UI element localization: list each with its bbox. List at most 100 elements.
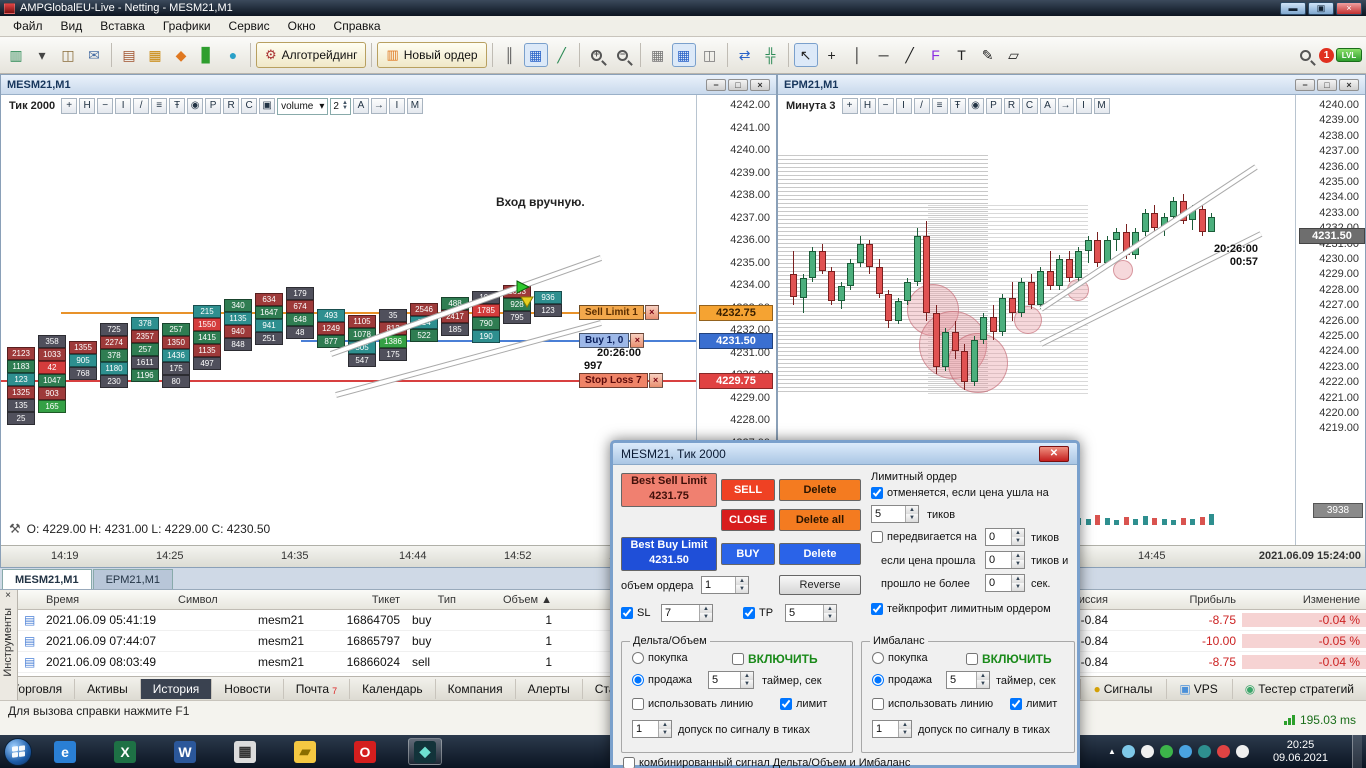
menu-Сервис[interactable]: Сервис xyxy=(220,17,279,35)
search-icon[interactable] xyxy=(1293,43,1317,67)
books-icon[interactable]: ▤ xyxy=(117,43,141,67)
panel-close-icon[interactable]: × xyxy=(0,590,16,604)
brush-icon[interactable]: ✎ xyxy=(976,43,1000,67)
tp-stepper[interactable]: 5 ▲ ▼ xyxy=(785,604,837,622)
chart-tool-◉[interactable]: ◉ xyxy=(967,98,984,114)
chart-mode-A[interactable]: A xyxy=(352,98,369,114)
no-more-stepper[interactable]: 0 ▲ ▼ xyxy=(985,574,1025,592)
move-ticks-stepper[interactable]: 0 ▲ ▼ xyxy=(985,528,1025,546)
chart-tool-Ŧ[interactable]: Ŧ xyxy=(169,98,186,114)
chart-mode-I[interactable]: I xyxy=(1075,98,1092,114)
tray-icon-1[interactable] xyxy=(1121,745,1135,758)
tray-icon-4[interactable] xyxy=(1178,745,1192,758)
tray-icon-5[interactable] xyxy=(1197,745,1211,758)
menu-Вид[interactable]: Вид xyxy=(52,17,92,35)
chart-tool-+[interactable]: + xyxy=(61,98,78,114)
workspace-icon[interactable]: ◫ xyxy=(56,43,80,67)
trendline-icon[interactable]: ╱ xyxy=(898,43,922,67)
right-chart-close-button[interactable]: × xyxy=(1339,78,1359,91)
right-price-scale[interactable]: 4231.50 3938 4240.00 4239.00 4238.00 4237.0… xyxy=(1295,95,1365,545)
stats-icon[interactable]: ▊ xyxy=(195,43,219,67)
minimize-button[interactable]: ▬ xyxy=(1280,1,1306,15)
doc-tab-EPM21,M1[interactable]: EPM21,M1 xyxy=(92,569,173,589)
imbalance-timer-stepper[interactable]: 5 ▲ ▼ xyxy=(946,671,990,689)
chart-tool-H[interactable]: H xyxy=(79,98,96,114)
chart-tool-Ŧ[interactable]: Ŧ xyxy=(949,98,966,114)
order-cancel-icon[interactable]: × xyxy=(644,305,659,321)
buy-button[interactable]: BUY xyxy=(721,543,775,565)
bottom-tab-Тестер стратегий[interactable]: ◉ Тестер стратегий xyxy=(1231,678,1366,699)
horizontal-line-icon[interactable]: ─ xyxy=(872,43,896,67)
chart-period-label[interactable]: Тик 2000 xyxy=(5,100,59,112)
delete-sell-button[interactable]: Delete xyxy=(779,479,861,501)
cancel-if-checkbox[interactable]: отменяется, если цена ушла на xyxy=(871,487,1049,499)
zoom-out-icon[interactable]: − xyxy=(611,43,635,67)
imbalance-enable-checkbox[interactable]: ВКЛЮЧИТЬ xyxy=(966,652,1052,666)
chart-mode-→[interactable]: → xyxy=(1057,98,1074,114)
chart-mode-→[interactable]: → xyxy=(370,98,387,114)
show-desktop-button[interactable] xyxy=(1352,735,1362,768)
chart-tool-P[interactable]: P xyxy=(985,98,1002,114)
start-button[interactable] xyxy=(4,737,32,766)
column-header-Символ[interactable]: Символ xyxy=(172,594,310,606)
bars-chart-icon[interactable]: ║ xyxy=(498,43,522,67)
link-icon[interactable]: ╬ xyxy=(759,43,783,67)
eraser-icon[interactable]: ▱ xyxy=(1002,43,1026,67)
right-chart-maximize-button[interactable]: □ xyxy=(1317,78,1337,91)
excel-icon[interactable]: X xyxy=(108,738,142,765)
chart-tool-R[interactable]: R xyxy=(1003,98,1020,114)
bottom-tab-Календарь[interactable]: Календарь xyxy=(350,678,436,699)
chart-tool-−[interactable]: − xyxy=(97,98,114,114)
maximize-button[interactable]: ▣ xyxy=(1308,1,1334,15)
bottom-tab-Новости[interactable]: Новости xyxy=(212,678,284,699)
new-chart-icon[interactable]: ▥ xyxy=(4,43,28,67)
cluster-chart-icon[interactable]: ▦ xyxy=(523,43,548,67)
panels-icon[interactable]: ◫ xyxy=(698,43,722,67)
menu-Справка[interactable]: Справка xyxy=(325,17,390,35)
side-panel-label[interactable]: Инструменты xyxy=(2,608,14,677)
imbalance-sell-radio[interactable]: продажа xyxy=(872,674,932,686)
chart-tool-−[interactable]: − xyxy=(877,98,894,114)
chart-tools-icon[interactable]: ⚒ xyxy=(9,521,21,537)
calculator-icon[interactable]: ▦ xyxy=(228,738,262,765)
grid-blue-icon[interactable]: ▦ xyxy=(671,43,696,67)
chart-tool-/[interactable]: / xyxy=(913,98,930,114)
menu-Графики[interactable]: Графики xyxy=(154,17,220,35)
close-position-button[interactable]: CLOSE xyxy=(721,509,775,531)
chart-tool-I[interactable]: I xyxy=(115,98,132,114)
volume-mode-select[interactable]: volume ▾ xyxy=(277,97,329,115)
text-tool-icon[interactable]: T xyxy=(950,43,974,67)
right-chart-minimize-button[interactable]: − xyxy=(1295,78,1315,91)
chart-type-dropdown-icon[interactable]: ▾ xyxy=(30,43,54,67)
ie-icon[interactable]: e xyxy=(48,738,82,765)
tray-expand-icon[interactable]: ▲ xyxy=(1108,747,1116,756)
chart-tool-+[interactable]: + xyxy=(841,98,858,114)
order-tag[interactable]: Buy 1, 0 × xyxy=(579,333,645,349)
chart-period-label[interactable]: Минута 3 xyxy=(782,100,840,112)
crosshair-icon[interactable]: + xyxy=(820,43,844,67)
tp-limit-order-checkbox[interactable]: тейкпрофит лимитным ордером xyxy=(871,603,1051,615)
imbalance-limit-checkbox[interactable]: лимит xyxy=(1010,698,1057,710)
cancel-ticks-stepper[interactable]: 5 ▲ ▼ xyxy=(871,505,919,523)
delta-limit-checkbox[interactable]: лимит xyxy=(780,698,827,710)
sl-stepper[interactable]: 7 ▲ ▼ xyxy=(661,604,713,622)
bottom-tab-Почта[interactable]: Почта 7 xyxy=(284,678,351,699)
bottom-tab-Компания[interactable]: Компания xyxy=(436,678,516,699)
menu-Вставка[interactable]: Вставка xyxy=(91,17,154,35)
column-header-Тикет[interactable]: Тикет xyxy=(310,594,406,606)
left-chart-titlebar[interactable]: MESM21,M1 − □ × xyxy=(1,75,776,95)
delta-buy-radio[interactable]: покупка xyxy=(632,652,688,664)
bottom-tab-История[interactable]: История xyxy=(140,678,213,699)
sell-button[interactable]: SELL xyxy=(721,479,775,501)
lvl-indicator-icon[interactable]: LVL xyxy=(1336,48,1362,62)
pointer-icon[interactable]: ↖ xyxy=(793,43,818,67)
algotrading-button[interactable]: ⚙ Алготрейдинг xyxy=(256,42,367,68)
tray-icon-7[interactable] xyxy=(1235,745,1249,758)
doc-tab-MESM21,M1[interactable]: MESM21,M1 xyxy=(2,569,92,589)
zoom-in-icon[interactable]: + xyxy=(585,43,609,67)
imbalance-buy-radio[interactable]: покупка xyxy=(872,652,928,664)
delta-timer-stepper[interactable]: 5 ▲ ▼ xyxy=(708,671,754,689)
column-header-Объем ▲[interactable]: Объем ▲ xyxy=(462,594,558,606)
market-icon[interactable]: ◆ xyxy=(169,43,193,67)
line-chart-icon[interactable]: ╱ xyxy=(550,43,574,67)
